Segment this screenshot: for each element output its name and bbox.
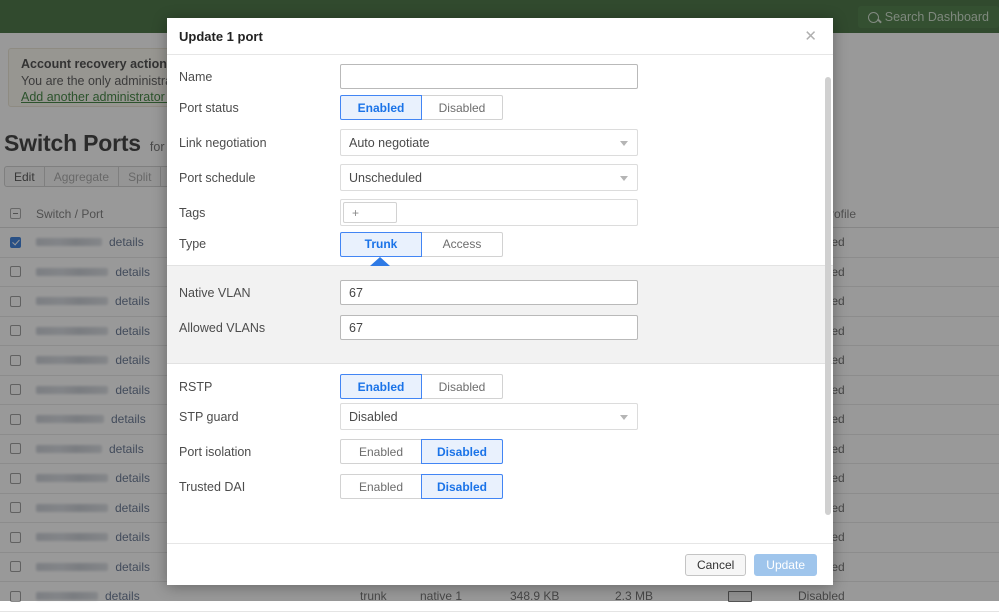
port-status-disabled-button[interactable]: Disabled (421, 95, 503, 120)
label-port-status: Port status (179, 101, 340, 115)
close-icon[interactable]: ✕ (800, 27, 821, 46)
field-row-name: Name (167, 55, 833, 90)
field-row-type: Type Trunk Access (167, 230, 833, 265)
field-row-port-status: Port status Enabled Disabled (167, 90, 833, 125)
modal-body: Name Port status Enabled Disabled Link n… (167, 55, 833, 543)
modal-footer: Cancel Update (167, 543, 833, 585)
label-trusted-dai: Trusted DAI (179, 480, 340, 494)
port-status-toggle: Enabled Disabled (340, 95, 833, 120)
link-negotiation-value: Auto negotiate (349, 136, 430, 150)
type-toggle: Trunk Access (340, 232, 833, 257)
chevron-down-icon (620, 141, 628, 146)
port-isolation-enabled-button[interactable]: Enabled (340, 439, 422, 464)
label-port-schedule: Port schedule (179, 171, 340, 185)
trusted-dai-toggle: Enabled Disabled (340, 474, 833, 499)
field-row-native-vlan: Native VLAN (167, 275, 833, 310)
label-type: Type (179, 237, 340, 251)
rstp-toggle: Enabled Disabled (340, 374, 833, 399)
chevron-down-icon (620, 176, 628, 181)
label-allowed-vlans: Allowed VLANs (179, 321, 340, 335)
label-tags: Tags (179, 206, 340, 220)
link-negotiation-select[interactable]: Auto negotiate (340, 129, 638, 156)
stp-guard-value: Disabled (349, 410, 398, 424)
trusted-dai-enabled-button[interactable]: Enabled (340, 474, 422, 499)
label-link-negotiation: Link negotiation (179, 136, 340, 150)
allowed-vlans-input[interactable] (340, 315, 638, 340)
native-vlan-input[interactable] (340, 280, 638, 305)
port-isolation-disabled-button[interactable]: Disabled (421, 439, 503, 464)
rstp-enabled-button[interactable]: Enabled (340, 374, 422, 399)
field-row-rstp: RSTP Enabled Disabled (167, 364, 833, 399)
port-schedule-select[interactable]: Unscheduled (340, 164, 638, 191)
field-row-stp-guard: STP guard Disabled (167, 399, 833, 434)
modal-scrollbar[interactable] (825, 77, 831, 515)
field-row-link-negotiation: Link negotiation Auto negotiate (167, 125, 833, 160)
label-rstp: RSTP (179, 380, 340, 394)
add-tag-button[interactable]: + (343, 202, 397, 223)
label-name: Name (179, 70, 340, 84)
update-port-modal: Update 1 port ✕ Name Port status Enabled… (167, 18, 833, 585)
label-stp-guard: STP guard (179, 410, 340, 424)
name-input[interactable] (340, 64, 638, 89)
stp-guard-select[interactable]: Disabled (340, 403, 638, 430)
field-row-tags: Tags + (167, 195, 833, 230)
tags-input[interactable]: + (340, 199, 638, 226)
rstp-disabled-button[interactable]: Disabled (421, 374, 503, 399)
type-trunk-button[interactable]: Trunk (340, 232, 422, 257)
port-schedule-value: Unscheduled (349, 171, 422, 185)
vlan-settings-panel: Native VLAN Allowed VLANs (167, 265, 833, 364)
trusted-dai-disabled-button[interactable]: Disabled (421, 474, 503, 499)
update-button[interactable]: Update (754, 554, 817, 576)
port-isolation-toggle: Enabled Disabled (340, 439, 833, 464)
field-row-trusted-dai: Trusted DAI Enabled Disabled (167, 469, 833, 504)
field-row-allowed-vlans: Allowed VLANs (167, 310, 833, 345)
chevron-down-icon (620, 415, 628, 420)
field-row-port-isolation: Port isolation Enabled Disabled (167, 434, 833, 469)
modal-header: Update 1 port ✕ (167, 18, 833, 55)
cancel-button[interactable]: Cancel (685, 554, 746, 576)
panel-pointer-icon (370, 257, 390, 266)
port-status-enabled-button[interactable]: Enabled (340, 95, 422, 120)
field-row-port-schedule: Port schedule Unscheduled (167, 160, 833, 195)
modal-title: Update 1 port (179, 29, 263, 44)
label-port-isolation: Port isolation (179, 445, 340, 459)
type-access-button[interactable]: Access (421, 232, 503, 257)
label-native-vlan: Native VLAN (179, 286, 340, 300)
